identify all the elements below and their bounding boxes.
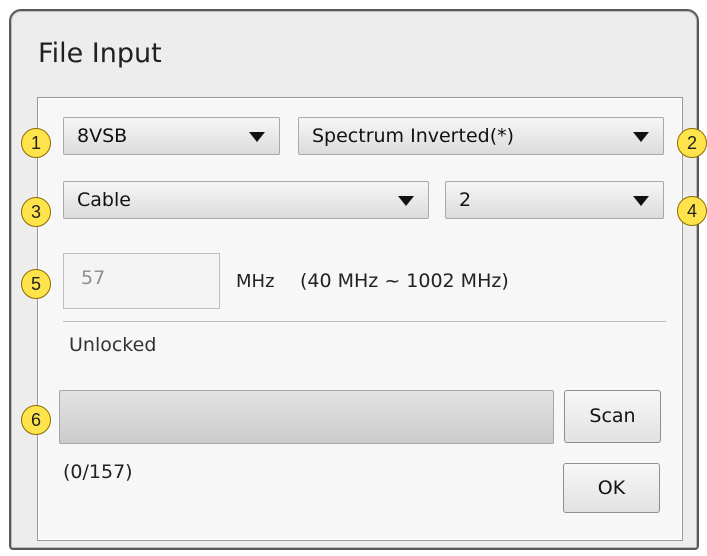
divider (63, 321, 666, 322)
dropdown-arrow-icon (633, 132, 649, 142)
spectrum-dropdown[interactable]: Spectrum Inverted(*) (298, 117, 664, 155)
network-dropdown[interactable]: Cable (63, 181, 429, 219)
dropdown-arrow-icon (249, 132, 265, 142)
scan-count: (0/157) (63, 461, 133, 483)
callout-badge: 3 (21, 197, 51, 227)
dialog-title: File Input (38, 38, 162, 69)
frequency-unit: MHz (236, 271, 275, 292)
callout-badge: 4 (677, 196, 707, 226)
dropdown-arrow-icon (633, 196, 649, 206)
frequency-input[interactable]: 57 (63, 253, 220, 309)
callout-badge: 5 (21, 269, 51, 299)
scan-button[interactable]: Scan (564, 390, 661, 443)
lock-status: Unlocked (69, 334, 157, 356)
dropdown-arrow-icon (398, 196, 414, 206)
network-value: Cable (77, 189, 131, 211)
frequency-range: (40 MHz ~ 1002 MHz) (300, 270, 509, 292)
channel-dropdown[interactable]: 2 (445, 181, 664, 219)
callout-badge: 6 (21, 405, 51, 435)
modulation-dropdown[interactable]: 8VSB (63, 117, 280, 155)
spectrum-value: Spectrum Inverted(*) (312, 125, 515, 147)
callout-badge: 2 (677, 128, 707, 158)
modulation-value: 8VSB (77, 125, 128, 147)
frequency-value: 57 (81, 267, 106, 289)
callout-badge: 1 (21, 128, 51, 158)
channel-value: 2 (459, 189, 472, 211)
ok-button[interactable]: OK (563, 463, 660, 513)
scan-progress-bar (59, 390, 554, 444)
